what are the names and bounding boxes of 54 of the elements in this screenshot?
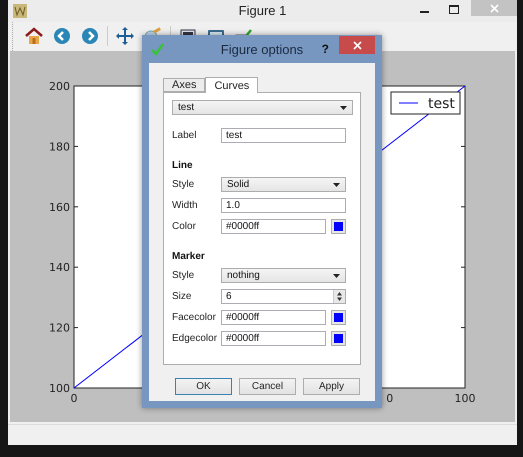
tick-label: 200 — [49, 80, 70, 94]
tick-label: 0 — [70, 392, 78, 406]
maximize-icon — [449, 4, 459, 14]
color-field[interactable]: #0000ff — [221, 219, 326, 234]
legend-box — [390, 92, 460, 115]
legend-label: test — [428, 96, 455, 112]
minimize-icon — [420, 11, 428, 13]
tick-label: 100 — [49, 382, 70, 396]
spinner-arrows-icon[interactable] — [333, 290, 345, 303]
caret-icon — [340, 106, 347, 110]
dialog-button[interactable]: Apply — [303, 378, 360, 395]
text-field[interactable]: test — [221, 128, 346, 143]
caret-icon — [333, 274, 340, 278]
text-field[interactable]: 1.0 — [221, 198, 346, 213]
tick-label: 180 — [49, 140, 70, 154]
tick-label: 0 — [386, 392, 394, 406]
window-title: Figure 1 — [238, 3, 286, 18]
dialog-title: Figure options — [220, 42, 304, 56]
tab[interactable]: Axes — [163, 78, 206, 92]
move-icon[interactable] — [114, 25, 136, 48]
color-field[interactable]: #0000ff — [221, 310, 326, 325]
color-field[interactable]: #0000ff — [221, 331, 326, 346]
field-label: Facecolor — [172, 312, 217, 323]
field-label: Width — [172, 200, 199, 211]
close-icon — [490, 4, 498, 12]
field-label: Style — [172, 270, 196, 281]
legend-line — [398, 102, 418, 104]
checkmark-icon — [151, 42, 164, 56]
tick-label: 160 — [49, 201, 70, 214]
dialog-button[interactable]: OK — [175, 378, 232, 395]
close-icon — [352, 40, 362, 50]
dialog-button[interactable]: Cancel — [239, 378, 296, 395]
close-button[interactable] — [339, 36, 375, 54]
dropdown[interactable]: nothing — [221, 268, 346, 283]
tick-label: 100 — [454, 392, 476, 406]
field-label: Size — [172, 291, 192, 302]
app-icon — [13, 4, 27, 18]
color-swatch[interactable] — [331, 310, 346, 325]
section-heading: Marker — [172, 251, 206, 262]
section-heading: Line — [172, 160, 194, 171]
field-label: Color — [172, 221, 197, 232]
dropdown[interactable]: Solid — [221, 177, 346, 192]
field-label: Label — [172, 130, 198, 141]
field-label: Style — [172, 179, 196, 190]
tab[interactable]: Curves — [205, 77, 258, 93]
dropdown[interactable]: test — [172, 100, 353, 115]
tick-label: 140 — [49, 261, 70, 274]
field-label: Edgecolor — [172, 333, 218, 344]
help-button[interactable]: ? — [320, 42, 331, 56]
color-swatch[interactable] — [331, 219, 346, 234]
tick-label: 120 — [49, 322, 70, 335]
color-swatch[interactable] — [331, 331, 346, 346]
spin-field[interactable]: 6 — [221, 289, 346, 304]
caret-icon — [333, 182, 340, 186]
